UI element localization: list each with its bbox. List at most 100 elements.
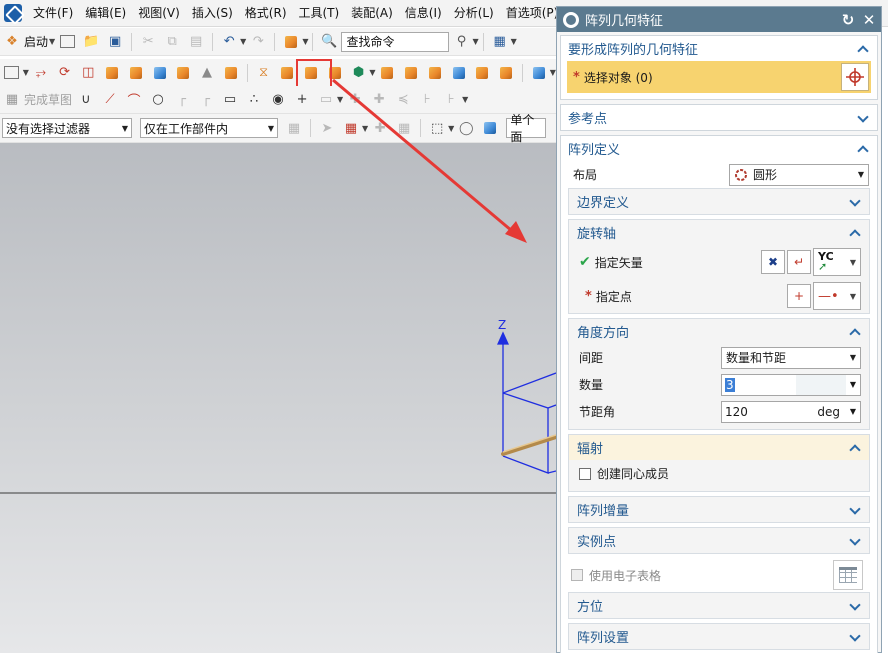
line-icon[interactable]: ⟋ — [100, 91, 120, 109]
offset-dropdown-icon[interactable]: ▼ — [337, 95, 343, 104]
snap-dropdown-icon[interactable]: ▼ — [362, 124, 368, 133]
quick-trim-icon[interactable]: ✚ — [345, 91, 365, 109]
constraint-icon[interactable]: ⊦ — [417, 91, 437, 109]
window-layout-dropdown-icon[interactable]: ▼ — [511, 37, 517, 46]
sketch-dropdown-icon[interactable]: ▼ — [23, 68, 29, 77]
pad-icon[interactable] — [221, 64, 241, 82]
save-icon[interactable]: ▣ — [105, 33, 125, 51]
menu-file[interactable]: 文件(F) — [27, 0, 79, 27]
gear-icon[interactable] — [563, 11, 579, 28]
close-icon[interactable]: ✕ — [860, 11, 878, 29]
snap-point-icon[interactable]: ▦ — [341, 119, 361, 137]
general-select-icon[interactable]: ➤ — [317, 119, 337, 137]
layout-select[interactable]: 圆形 ▼ — [729, 163, 869, 186]
block-icon[interactable]: ◫ — [78, 64, 98, 82]
fillet-icon[interactable]: ┌ — [172, 91, 192, 109]
hole-icon[interactable] — [150, 64, 170, 82]
redo-icon[interactable]: ↷ — [248, 33, 268, 51]
pattern-feature-icon[interactable] — [281, 33, 301, 51]
new-file-icon[interactable] — [57, 33, 77, 51]
draft-icon[interactable] — [496, 64, 516, 82]
collapse-icon[interactable] — [857, 43, 869, 55]
expand-icon[interactable] — [849, 196, 861, 208]
edge-blend-icon[interactable] — [449, 64, 469, 82]
menu-information[interactable]: 信息(I) — [399, 0, 448, 27]
expand-icon[interactable] — [849, 631, 861, 643]
count-field[interactable]: 3 — [722, 377, 796, 392]
chamfer-icon[interactable] — [473, 64, 493, 82]
expand-icon[interactable] — [849, 504, 861, 516]
circle-icon[interactable]: ○ — [148, 91, 168, 109]
section-geometry-header[interactable]: 要形成阵列的几何特征 — [561, 36, 877, 61]
window-layout-icon[interactable]: ▦ — [490, 33, 510, 51]
collapse-icon[interactable] — [849, 326, 861, 338]
subsection-pattern-settings-header[interactable]: 阵列设置 — [569, 624, 869, 649]
expand-icon[interactable] — [849, 535, 861, 547]
pitch-angle-input[interactable]: 120 deg ▼ — [721, 400, 861, 423]
graphics-window[interactable]: Z — [0, 143, 556, 653]
shell-icon[interactable] — [425, 64, 445, 82]
chevron-down-icon[interactable]: ▼ — [846, 380, 860, 389]
datum-csys-icon[interactable]: ⥅ — [31, 64, 51, 82]
synchronous-dropdown-icon[interactable]: ▼ — [550, 68, 556, 77]
section-pattern-definition-header[interactable]: 阵列定义 — [561, 136, 877, 161]
start-button[interactable]: 启动 — [24, 33, 48, 50]
boss-icon[interactable] — [173, 64, 193, 82]
selection-scope-select[interactable]: 仅在工作部件内 ▼ — [140, 118, 278, 138]
select-object-row[interactable]: * 选择对象 (0) — [567, 61, 871, 93]
subsection-boundary-header[interactable]: 边界定义 — [569, 189, 869, 214]
rect-select-dropdown-icon[interactable]: ▼ — [448, 124, 454, 133]
menu-tools[interactable]: 工具(T) — [293, 0, 346, 27]
snap-end-icon[interactable]: ✚ — [370, 119, 390, 137]
copy-icon[interactable]: ⧉ — [162, 33, 182, 51]
search-icon[interactable]: ⚲ — [451, 33, 471, 51]
rectangle-select-icon[interactable]: ⬚ — [427, 119, 447, 137]
quick-extend-icon[interactable]: ✚ — [369, 91, 389, 109]
point-dialog-button[interactable]: + — [787, 284, 811, 308]
subsection-increment-header[interactable]: 阵列增量 — [569, 497, 869, 522]
paste-icon[interactable]: ▤ — [186, 33, 206, 51]
reset-icon[interactable]: ↻ — [839, 11, 857, 29]
dialog-titlebar[interactable]: 阵列几何特征 ↻ ✕ — [557, 7, 881, 32]
polygon-icon[interactable]: ∴ — [244, 91, 264, 109]
subsection-instance-point-header[interactable]: 实例点 — [569, 528, 869, 553]
chamfer-sketch-icon[interactable]: ┌ — [196, 91, 216, 109]
subsection-angle-direction-header[interactable]: 角度方向 — [569, 319, 869, 344]
collapse-icon[interactable] — [849, 227, 861, 239]
cross-point-icon[interactable]: + — [292, 91, 312, 109]
menu-view[interactable]: 视图(V) — [132, 0, 186, 27]
selection-filter-select[interactable]: 没有选择过滤器 ▼ — [2, 118, 132, 138]
finish-sketch-button[interactable]: 完成草图 — [24, 91, 72, 108]
search-dropdown-icon[interactable]: ▼ — [472, 37, 478, 46]
pattern-dropdown-icon[interactable]: ▼ — [302, 37, 308, 46]
open-folder-icon[interactable]: 📁 — [81, 33, 101, 51]
menu-preferences[interactable]: 首选项(P) — [500, 0, 565, 27]
command-search-input[interactable] — [341, 31, 450, 52]
orient-view-icon[interactable] — [480, 119, 500, 137]
unite-dropdown-icon[interactable]: ▼ — [369, 68, 375, 77]
menu-analysis[interactable]: 分析(L) — [448, 0, 500, 27]
undo-icon[interactable]: ↶ — [219, 33, 239, 51]
thicken-icon[interactable] — [277, 64, 297, 82]
pocket-icon[interactable]: ▲ — [197, 64, 217, 82]
nx-logo-icon[interactable] — [4, 4, 22, 22]
profile-icon[interactable]: ∪ — [76, 91, 96, 109]
face-rule-select[interactable]: 单个面 — [506, 113, 547, 144]
reverse-direction-button[interactable]: ✖ — [761, 250, 785, 274]
point-type-select[interactable]: —• ▼ — [813, 282, 861, 310]
cut-icon[interactable]: ✂ — [138, 33, 158, 51]
chevron-down-icon[interactable]: ▼ — [846, 407, 860, 416]
menu-insert[interactable]: 插入(S) — [186, 0, 239, 27]
assembly-nav-icon[interactable]: ▦ — [284, 119, 304, 137]
vector-type-select[interactable]: YC ➚ ▼ — [813, 248, 861, 276]
spreadsheet-button[interactable] — [833, 560, 863, 590]
pitch-angle-value[interactable]: 120 — [722, 405, 796, 419]
collapse-icon[interactable] — [857, 143, 869, 155]
auto-constraint-icon[interactable]: ⊦ — [441, 91, 461, 109]
point-icon[interactable]: ◉ — [268, 91, 288, 109]
spreadsheet-checkbox[interactable] — [571, 569, 583, 581]
count-input[interactable]: 3 ▼ — [721, 373, 861, 396]
start-dropdown-icon[interactable]: ▼ — [49, 37, 55, 46]
cylinder-icon[interactable] — [126, 64, 146, 82]
revolve-icon[interactable]: ⟳ — [55, 64, 75, 82]
